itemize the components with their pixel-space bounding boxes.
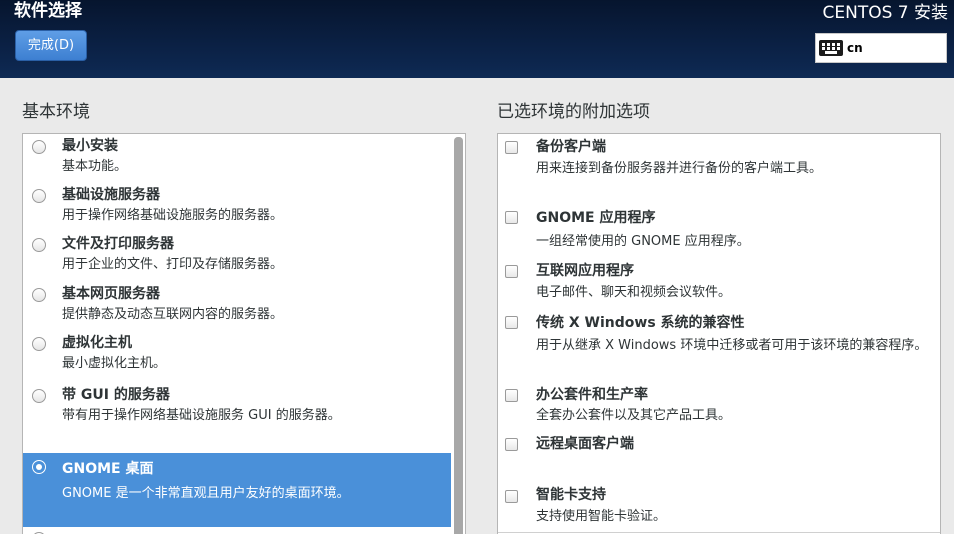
addons-list: 备份客户端 用来连接到备份服务器并进行备份的客户端工具。 GNOME 应用程序 … <box>497 133 941 534</box>
base-environment-list: 最小安装 基本功能。 基础设施服务器 用于操作网络基础设施服务的服务器。 文件及… <box>22 133 466 534</box>
list-divider <box>498 532 940 533</box>
scrollbar-track[interactable] <box>454 137 463 534</box>
env-option-partial[interactable] <box>23 530 451 534</box>
checkbox[interactable] <box>505 141 518 154</box>
checkbox[interactable] <box>505 265 518 278</box>
addon-backup-client[interactable]: 备份客户端 用来连接到备份服务器并进行备份的客户端工具。 <box>498 134 940 194</box>
done-button[interactable]: 完成(D) <box>15 30 87 61</box>
env-option-name: GNOME 桌面 <box>62 461 154 477</box>
env-option-name: 基础设施服务器 <box>62 187 160 203</box>
keyboard-icon <box>819 40 843 56</box>
addons-heading: 已选环境的附加选项 <box>497 102 650 122</box>
env-option-desc: 带有用于操作网络基础设施服务 GUI 的服务器。 <box>62 408 341 423</box>
env-option-gnome-desktop[interactable]: GNOME 桌面 GNOME 是一个非常直观且用户友好的桌面环境。 <box>23 453 451 527</box>
env-option-infrastructure-server[interactable]: 基础设施服务器 用于操作网络基础设施服务的服务器。 <box>23 183 451 229</box>
addon-desc: 电子邮件、聊天和视频会议软件。 <box>536 285 732 300</box>
radio-button[interactable] <box>32 238 46 252</box>
checkbox[interactable] <box>505 438 518 451</box>
env-option-name: 带 GUI 的服务器 <box>62 387 170 403</box>
env-option-name: 虚拟化主机 <box>62 335 132 351</box>
checkbox[interactable] <box>505 211 518 224</box>
env-option-basic-web-server[interactable]: 基本网页服务器 提供静态及动态互联网内容的服务器。 <box>23 282 451 328</box>
env-option-desc: GNOME 是一个非常直观且用户友好的桌面环境。 <box>62 486 350 501</box>
addon-legacy-x-windows[interactable]: 传统 X Windows 系统的兼容性 用于从继承 X Windows 环境中迁… <box>498 311 940 381</box>
addon-smart-card[interactable]: 智能卡支持 支持使用智能卡验证。 <box>498 485 940 531</box>
addon-internet-apps[interactable]: 互联网应用程序 电子邮件、聊天和视频会议软件。 <box>498 260 940 306</box>
env-option-desc: 用于企业的文件、打印及存储服务器。 <box>62 257 284 272</box>
base-environment-heading: 基本环境 <box>22 102 90 122</box>
addon-desc: 支持使用智能卡验证。 <box>536 509 667 524</box>
addon-remote-desktop-clients[interactable]: 远程桌面客户端 <box>498 434 940 480</box>
radio-button[interactable] <box>32 140 46 154</box>
keyboard-layout-label: cn <box>847 41 863 55</box>
radio-button[interactable] <box>32 288 46 302</box>
checkbox[interactable] <box>505 389 518 402</box>
keyboard-layout-indicator[interactable]: cn <box>815 33 947 63</box>
checkbox[interactable] <box>505 490 518 503</box>
radio-button-selected[interactable] <box>32 460 46 474</box>
addon-name: 备份客户端 <box>536 139 606 155</box>
env-option-minimal[interactable]: 最小安装 基本功能。 <box>23 134 451 180</box>
env-option-name: 文件及打印服务器 <box>62 236 174 252</box>
checkbox[interactable] <box>505 316 518 329</box>
scrollbar-thumb[interactable] <box>454 137 463 534</box>
radio-button[interactable] <box>32 189 46 203</box>
env-option-name: 基本网页服务器 <box>62 286 160 302</box>
addon-desc: 全套办公套件以及其它产品工具。 <box>536 408 732 423</box>
env-option-desc: 基本功能。 <box>62 159 128 174</box>
addon-name: 办公套件和生产率 <box>536 387 648 403</box>
addon-desc: 用来连接到备份服务器并进行备份的客户端工具。 <box>536 161 823 176</box>
env-option-virtualization-host[interactable]: 虚拟化主机 最小虚拟化主机。 <box>23 331 451 377</box>
addon-desc: 一组经常使用的 GNOME 应用程序。 <box>536 234 750 249</box>
env-option-file-print-server[interactable]: 文件及打印服务器 用于企业的文件、打印及存储服务器。 <box>23 232 451 278</box>
addon-name: GNOME 应用程序 <box>536 210 656 226</box>
addon-name: 传统 X Windows 系统的兼容性 <box>536 315 745 331</box>
page-title: 软件选择 <box>14 1 82 21</box>
addon-gnome-apps[interactable]: GNOME 应用程序 一组经常使用的 GNOME 应用程序。 <box>498 206 940 254</box>
addon-name: 远程桌面客户端 <box>536 436 634 452</box>
env-option-desc: 最小虚拟化主机。 <box>62 356 167 371</box>
header-bar: 软件选择 完成(D) CENTOS 7 安装 cn <box>0 0 954 78</box>
env-option-desc: 用于操作网络基础设施服务的服务器。 <box>62 208 284 223</box>
addon-name: 智能卡支持 <box>536 487 606 503</box>
product-title: CENTOS 7 安装 <box>822 3 948 23</box>
radio-button[interactable] <box>32 389 46 403</box>
env-option-desc: 提供静态及动态互联网内容的服务器。 <box>62 307 284 322</box>
radio-button[interactable] <box>32 337 46 351</box>
addon-office-suite[interactable]: 办公套件和生产率 全套办公套件以及其它产品工具。 <box>498 384 940 430</box>
env-option-server-with-gui[interactable]: 带 GUI 的服务器 带有用于操作网络基础设施服务 GUI 的服务器。 <box>23 383 451 429</box>
addon-desc: 用于从继承 X Windows 环境中迁移或者可用于该环境的兼容程序。 <box>536 338 928 353</box>
env-option-name: 最小安装 <box>62 138 118 154</box>
addon-name: 互联网应用程序 <box>536 263 634 279</box>
